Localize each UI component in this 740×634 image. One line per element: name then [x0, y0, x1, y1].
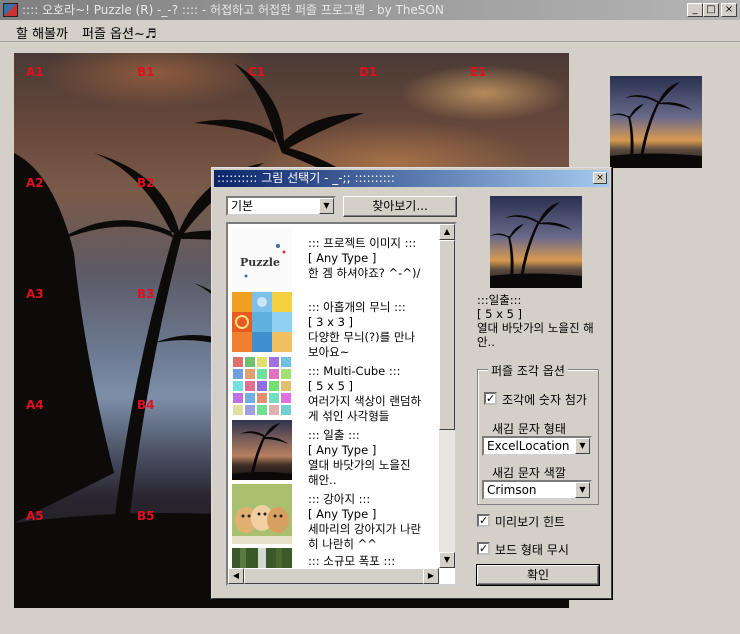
project-thumb-icon: Puzzle: [232, 228, 292, 288]
list-item[interactable]: ::: 아홉개의 무늬 ::: [ 3 x 3 ] 다양한 무늬(?)를 만나 …: [232, 292, 440, 359]
minimize-button[interactable]: _: [687, 3, 703, 17]
ok-button[interactable]: 확인: [476, 564, 600, 586]
selected-image-info: :::일출::: [ 5 x 5 ] 열대 바닷가의 노을진 해안..: [477, 293, 602, 349]
scroll-left-icon[interactable]: ◀: [228, 568, 244, 584]
piece-options-legend: 퍼즐 조각 옵션: [488, 362, 568, 379]
chevron-down-icon[interactable]: ▼: [575, 482, 590, 498]
app-icon: [3, 3, 18, 17]
maximize-button[interactable]: □: [703, 3, 719, 17]
image-list[interactable]: Puzzle ::: 프로젝트 이미지 ::: [ Any Type ] 한 겜…: [226, 222, 457, 586]
list-vertical-scrollbar[interactable]: ▲ ▼: [439, 224, 455, 568]
dialog-titlebar: :::::::::: 그림 선택기 - _-;; ::::::::::: [214, 170, 609, 187]
item-title: ::: 프로젝트 이미지 :::: [308, 236, 417, 250]
window-title: :::: 오호라~! Puzzle (R) -_-? :::: - 허접하고 허…: [22, 3, 444, 17]
color-label: 새김 문자 색깔: [492, 466, 566, 480]
menu-bar: 할 해볼까 퍼즐 옵션~♬: [0, 20, 740, 42]
cell-label-a5: A5: [26, 509, 44, 523]
item-size: [ Any Type ]: [308, 251, 377, 265]
window-titlebar: :::: 오호라~! Puzzle (R) -_-? :::: - 허접하고 허…: [0, 0, 740, 20]
preview-image: [610, 76, 702, 168]
cell-label-c1: C1: [248, 65, 266, 79]
item-desc: 여러가지 색상이 랜덤하: [308, 394, 422, 408]
list-item[interactable]: ::: 일출 ::: [ Any Type ] 열대 바닷가의 노을진 해안..: [232, 420, 440, 487]
list-item[interactable]: ::: 강아지 ::: [ Any Type ] 세마리의 강아지가 나란 히 …: [232, 484, 440, 551]
item-size: [ Any Type ]: [308, 443, 377, 457]
cell-label-a4: A4: [26, 398, 44, 412]
horizontal-scroll-thumb[interactable]: [244, 568, 426, 584]
cell-label-e1: E1: [470, 65, 487, 79]
item-title: ::: 소규모 폭포 :::: [308, 554, 396, 568]
close-button[interactable]: ×: [721, 3, 737, 17]
cube-thumb-icon: [232, 356, 292, 416]
list-item[interactable]: ::: Multi-Cube ::: [ 5 x 5 ] 여러가지 색상이 랜덤…: [232, 356, 440, 423]
color-select-value: Crimson: [487, 483, 537, 497]
list-horizontal-scrollbar[interactable]: ◀ ▶: [228, 568, 439, 584]
image-picker-dialog: :::::::::: 그림 선택기 - _-;; :::::::::: × 기본…: [211, 167, 612, 599]
item-desc: 열대 바닷가의 노을진: [308, 458, 411, 472]
format-label: 새김 문자 형태: [492, 422, 566, 436]
item-size: [ Any Type ]: [308, 507, 377, 521]
item-title: ::: 일출 :::: [308, 428, 360, 442]
cell-label-a2: A2: [26, 176, 44, 190]
scroll-down-icon[interactable]: ▼: [439, 552, 455, 568]
selected-size: [ 5 x 5 ]: [477, 307, 523, 321]
category-select-value: 기본: [231, 199, 254, 213]
item-desc: 다양한 무늬(?)를 만나: [308, 330, 416, 344]
item-size: [ 5 x 5 ]: [308, 379, 354, 393]
format-select[interactable]: ExcelLocation ▼: [482, 436, 592, 456]
puppy-thumb-icon: [232, 484, 292, 544]
item-desc: 한 겜 하셔야죠? ^-^)/: [308, 266, 421, 280]
list-item[interactable]: Puzzle ::: 프로젝트 이미지 ::: [ Any Type ] 한 겜…: [232, 228, 440, 290]
cell-label-b4: B4: [137, 398, 155, 412]
item-desc: 세마리의 강아지가 나란: [308, 522, 422, 536]
color-select[interactable]: Crimson ▼: [482, 480, 592, 500]
selected-title: :::일출:::: [477, 293, 522, 307]
cell-label-b3: B3: [137, 287, 155, 301]
cell-label-b2: B2: [137, 176, 155, 190]
item-title: ::: 강아지 :::: [308, 492, 371, 506]
cell-label-d1: D1: [359, 65, 378, 79]
hint-checkbox[interactable]: ✓: [477, 514, 490, 527]
ignore-board-checkbox-label: 보드 형태 무시: [495, 543, 569, 557]
chevron-down-icon[interactable]: ▼: [575, 438, 590, 454]
menu-game[interactable]: 할 해볼까: [16, 23, 68, 42]
number-checkbox-label: 조각에 숫자 첨가: [502, 393, 587, 407]
category-select[interactable]: 기본 ▼: [226, 196, 336, 216]
chevron-down-icon[interactable]: ▼: [319, 198, 334, 214]
piece-options-group: 퍼즐 조각 옵션 ✓ 조각에 숫자 첨가 새김 문자 형태 ExcelLocat…: [477, 362, 599, 505]
browse-button[interactable]: 찾아보기...: [343, 196, 457, 217]
selected-desc: 열대 바닷가의 노을진 해안..: [477, 321, 594, 349]
selected-image-preview: [490, 196, 582, 288]
ignore-board-checkbox[interactable]: ✓: [477, 542, 490, 555]
cell-label-b5: B5: [137, 509, 155, 523]
item-title: ::: Multi-Cube :::: [308, 364, 401, 378]
item-size: [ 3 x 3 ]: [308, 315, 354, 329]
scroll-up-icon[interactable]: ▲: [439, 224, 455, 240]
scroll-right-icon[interactable]: ▶: [423, 568, 439, 584]
svg-text:Puzzle: Puzzle: [240, 256, 280, 269]
menu-puzzle-options[interactable]: 퍼즐 옵션~♬: [82, 23, 157, 42]
number-checkbox[interactable]: ✓: [484, 392, 497, 405]
dialog-title: :::::::::: 그림 선택기 - _-;; ::::::::::: [217, 171, 395, 185]
item-title: ::: 아홉개의 무늬 :::: [308, 300, 406, 314]
cell-label-a3: A3: [26, 287, 44, 301]
pattern-thumb-icon: [232, 292, 292, 352]
format-select-value: ExcelLocation: [487, 439, 570, 453]
hint-checkbox-label: 미리보기 힌트: [495, 515, 566, 529]
sunrise-thumb-icon: [232, 420, 292, 480]
vertical-scroll-thumb[interactable]: [439, 240, 455, 430]
cell-label-b1: B1: [137, 65, 155, 79]
dialog-close-button[interactable]: ×: [593, 172, 607, 184]
cell-label-a1: A1: [26, 65, 44, 79]
